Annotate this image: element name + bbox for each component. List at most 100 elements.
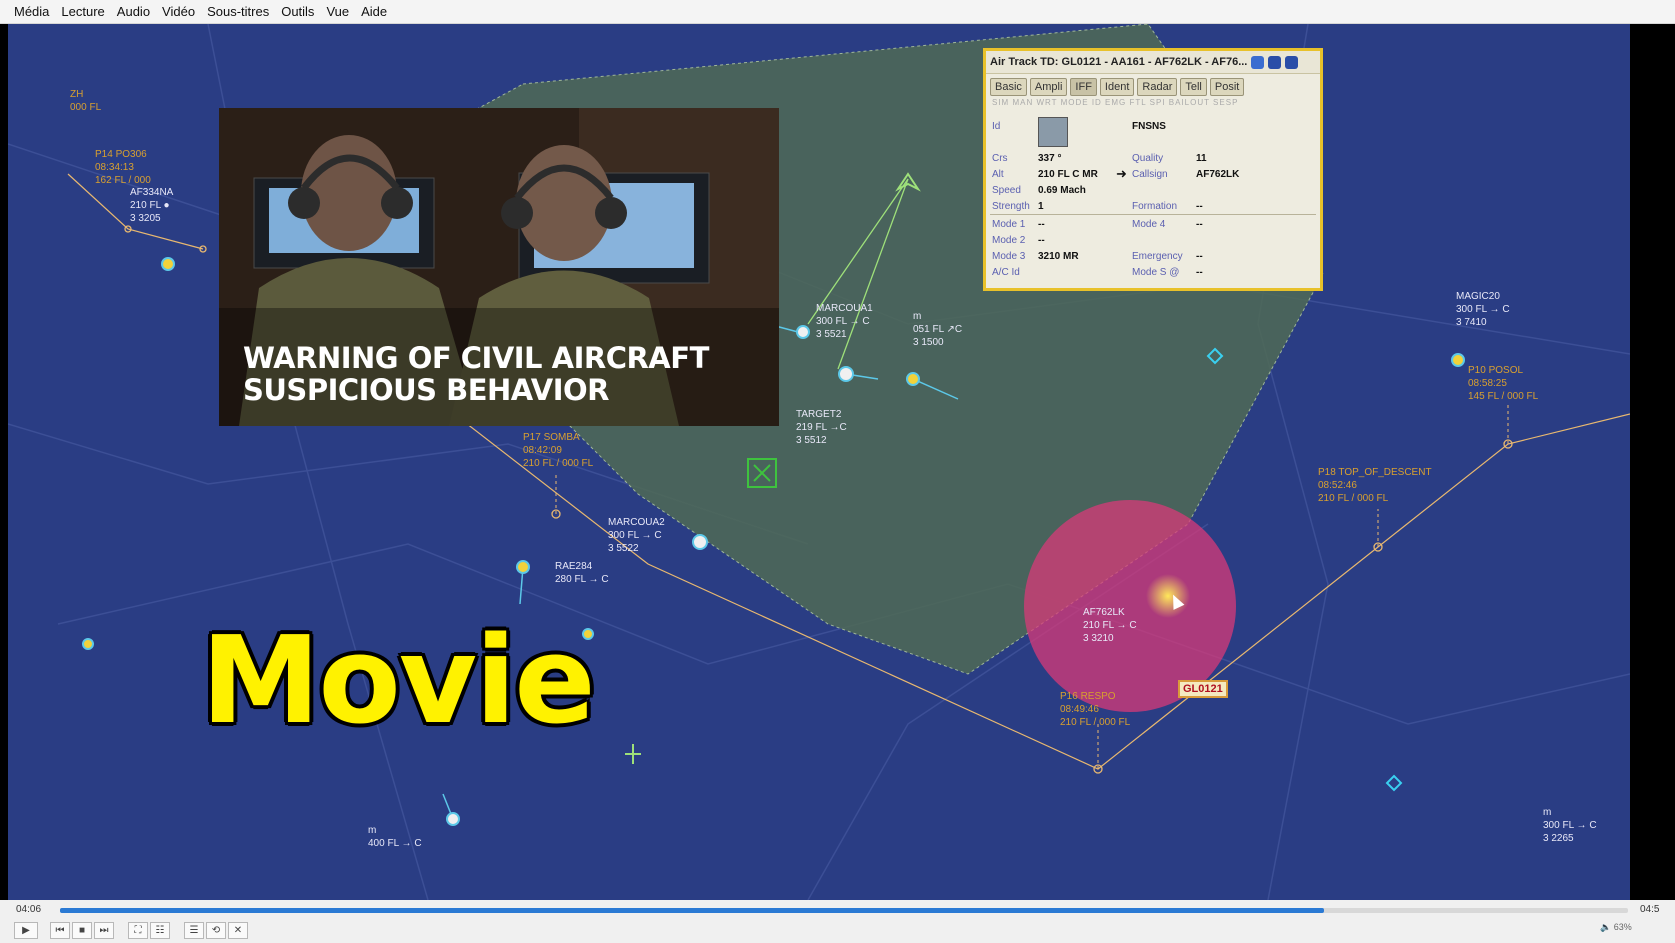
loop-icon: ⟲	[211, 925, 221, 936]
menu-subtitles[interactable]: Sous-titres	[201, 4, 275, 19]
menu-tools[interactable]: Outils	[275, 4, 320, 19]
status-columns: SIM MAN WRT MODE ID EMG FTL SPI BAILOUT …	[992, 98, 1239, 107]
waypoint-alt: 210 FL / 000 FL	[1060, 717, 1131, 728]
speed-label: Speed	[992, 185, 1021, 196]
playlist-button[interactable]: ☰	[184, 922, 204, 939]
tab-posit[interactable]: Posit	[1209, 78, 1245, 96]
waypoint-alt: 210 FL / 000 FL	[523, 458, 594, 469]
elapsed-time: 04:06	[16, 904, 42, 915]
waypoint-name: P14 PO306	[95, 149, 147, 160]
seek-bar[interactable]	[60, 908, 1628, 913]
loop-button[interactable]: ⟲	[206, 922, 226, 939]
track-code: 3 7410	[1456, 317, 1487, 328]
play-button[interactable]: ▶	[14, 922, 38, 939]
waypoint-label-p16: P16 RESPO 08:49:46 210 FL / 000 FL	[1060, 690, 1130, 729]
stop-icon: ■	[78, 925, 86, 936]
track-label-bottom-right[interactable]: m 300 FL → C 3 2265	[1543, 806, 1597, 845]
volume-control[interactable]: 🔈 63%	[1600, 922, 1632, 933]
panel-titlebar[interactable]: Air Track TD: GL0121 - AA161 - AF762LK -…	[986, 51, 1320, 74]
remaining-time: 04:5	[1640, 904, 1660, 915]
movie-overlay-text: Movie	[201, 612, 596, 751]
inset-caption: WARNING OF CIVIL AIRCRAFT SUSPICIOUS BEH…	[243, 342, 709, 406]
mode4-label: Mode 4	[1132, 219, 1166, 230]
menu-audio[interactable]: Audio	[111, 4, 156, 19]
tab-radar[interactable]: Radar	[1137, 78, 1178, 96]
track-label-af334na[interactable]: AF334NA 210 FL ● 3 3205	[130, 186, 173, 225]
track-label-marcoua2[interactable]: MARCOUA2 300 FL → C 3 5522	[608, 516, 665, 555]
play-icon: ▶	[22, 925, 30, 936]
track-alt: 300 FL → C	[608, 530, 662, 541]
close-icon[interactable]	[1285, 55, 1299, 69]
waypoint-name: P10 POSOL	[1468, 365, 1524, 376]
callsign-value: AF762LK	[1196, 169, 1240, 180]
mode3-label: Mode 3	[992, 251, 1026, 262]
track-code: 3 5522	[608, 543, 639, 554]
caption-line-2: SUSPICIOUS BEHAVIOR	[243, 373, 609, 407]
label-zh-alt: 000 FL	[70, 102, 102, 113]
track-alt: 400 FL → C	[368, 838, 422, 849]
formation-label: Formation	[1132, 201, 1178, 212]
emergency-value: --	[1196, 251, 1203, 262]
track-name: AF334NA	[130, 187, 174, 198]
strength-label: Strength	[992, 201, 1030, 212]
tab-tell[interactable]: Tell	[1180, 78, 1207, 96]
track-alt: 300 FL → C	[1543, 820, 1597, 831]
tab-basic[interactable]: Basic	[990, 78, 1027, 96]
track-label-rae284[interactable]: RAE284 280 FL → C	[555, 560, 609, 586]
waypoint-time: 08:42:09	[523, 445, 562, 456]
mode3-value: 3210 MR	[1038, 251, 1079, 262]
previous-button[interactable]: ⏮	[50, 922, 70, 939]
stop-button[interactable]: ■	[72, 922, 92, 939]
next-button[interactable]: ⏭	[94, 922, 114, 939]
video-area[interactable]: WARNING OF CIVIL AIRCRAFT SUSPICIOUS BEH…	[0, 24, 1675, 900]
mode2-value: --	[1038, 235, 1045, 246]
shuffle-button[interactable]: ✕	[228, 922, 248, 939]
track-label-bottom[interactable]: m 400 FL → C	[368, 824, 422, 850]
menu-media[interactable]: Média	[8, 4, 55, 19]
track-label-af762lk[interactable]: AF762LK 210 FL → C 3 3210	[1083, 606, 1137, 645]
inset-photo: WARNING OF CIVIL AIRCRAFT SUSPICIOUS BEH…	[219, 108, 779, 426]
track-name: RAE284	[555, 561, 593, 572]
air-track-panel[interactable]: Air Track TD: GL0121 - AA161 - AF762LK -…	[983, 48, 1323, 291]
fullscreen-button[interactable]: ⛶	[128, 922, 148, 939]
panel-divider	[990, 214, 1316, 215]
track-label-target2[interactable]: TARGET2 219 FL →C 3 5512	[796, 408, 847, 447]
track-label-marcoua1[interactable]: MARCOUA1 300 FL → C 3 5521	[816, 302, 873, 341]
track-label-m051[interactable]: m 051 FL ↗C 3 1500	[913, 310, 962, 349]
track-code: 3 3205	[130, 213, 161, 224]
seek-bar-fill	[60, 908, 1324, 913]
extended-settings-button[interactable]: ☷	[150, 922, 170, 939]
arrow-right-icon: ➜	[1116, 166, 1127, 181]
restore-icon[interactable]	[1268, 55, 1282, 69]
track-label-magic20[interactable]: MAGIC20 300 FL → C 3 7410	[1456, 290, 1510, 329]
strength-value: 1	[1038, 201, 1044, 212]
menu-lecture[interactable]: Lecture	[55, 4, 110, 19]
waypoint-name: P16 RESPO	[1060, 691, 1116, 702]
menu-video[interactable]: Vidéo	[156, 4, 201, 19]
waypoint-alt: 210 FL / 000 FL	[1318, 493, 1389, 504]
mode4-value: --	[1196, 219, 1203, 230]
track-alt: 280 FL → C	[555, 574, 609, 585]
acid-label: A/C Id	[992, 267, 1020, 278]
volume-level: 63%	[1613, 922, 1632, 932]
waypoint-name: P17 SOMBA	[523, 432, 580, 443]
track-code: 3 3210	[1083, 633, 1114, 644]
speed-value: 0.69 Mach	[1038, 185, 1086, 196]
waypoint-label-p17: P17 SOMBA 08:42:09 210 FL / 000 FL	[523, 431, 593, 470]
tab-ampli[interactable]: Ampli	[1029, 78, 1068, 96]
speaker-icon: 🔈	[1600, 922, 1612, 932]
settings-icon[interactable]	[1251, 55, 1265, 69]
track-code: 3 5521	[816, 329, 847, 340]
shuffle-icon: ✕	[233, 925, 243, 936]
tab-ident[interactable]: Ident	[1099, 78, 1135, 96]
track-alt: 300 FL → C	[816, 316, 870, 327]
label-zh: ZH 000 FL	[70, 88, 101, 114]
previous-icon: ⏮	[55, 925, 65, 936]
tab-iff[interactable]: IFF	[1070, 78, 1097, 96]
menu-help[interactable]: Aide	[355, 4, 393, 19]
track-alt: 219 FL →C	[796, 422, 847, 433]
panel-tabs: Basic Ampli IFF Ident Radar Tell Posit	[986, 74, 1320, 98]
menu-view[interactable]: Vue	[320, 4, 355, 19]
fullscreen-icon: ⛶	[134, 925, 142, 936]
selected-track-tag[interactable]: GL0121	[1178, 680, 1228, 698]
